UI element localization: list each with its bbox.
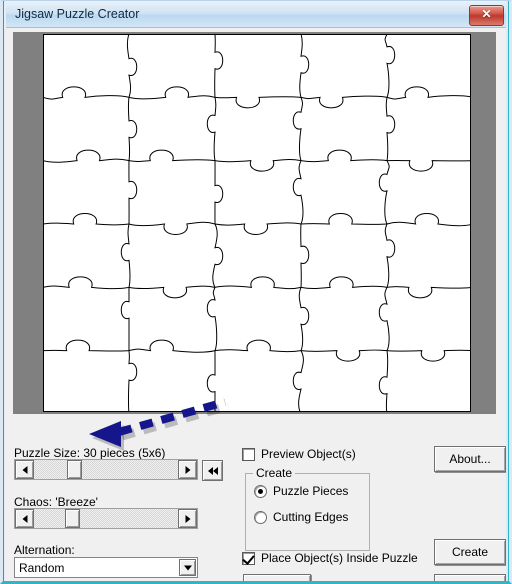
checkbox-box [242,447,255,461]
title-bar: Jigsaw Puzzle Creator ✕ [6,2,509,28]
triangle-left-icon [22,514,27,523]
create-button[interactable]: Create [434,539,506,565]
checkbox-box [242,551,255,565]
radio-box [254,484,267,498]
triangle-right-icon [185,465,190,474]
puzzle-size-slider-thumb[interactable] [67,460,82,479]
triangle-right-icon [185,514,190,523]
place-objects-checkbox[interactable]: Place Object(s) Inside Puzzle [242,551,418,565]
chaos-label: Chaos: 'Breeze' [14,495,98,509]
radio-selected-dot [258,488,263,494]
cancel-button[interactable]: Cancel [434,574,506,581]
about-button[interactable]: About... [434,446,506,472]
preview-objects-checkbox[interactable]: Preview Object(s) [242,447,356,461]
check-icon [242,551,255,565]
puzzle-size-reset-button[interactable] [202,460,223,481]
chaos-slider[interactable] [14,508,198,529]
chaos-slider-right-button[interactable] [178,509,197,528]
create-group-title: Create [253,466,296,480]
preview-objects-label: Preview Object(s) [261,447,356,461]
puzzle-grid-svg [44,35,470,411]
dialog-client-area: Puzzle Size: 30 pieces (5x6) Chaos: 'Bre… [6,28,509,581]
puzzle-size-label: Puzzle Size: 30 pieces (5x6) [14,446,166,460]
puzzle-size-slider-right-button[interactable] [178,460,197,479]
double-triangle-left-icon [207,466,218,475]
radio-cutting-edges-label: Cutting Edges [273,510,349,524]
close-button[interactable]: ✕ [469,5,504,26]
chaos-slider-left-button[interactable] [15,509,34,528]
alternation-dropdown[interactable]: Random [14,557,198,578]
puzzle-size-slider-left-button[interactable] [15,460,34,479]
puzzle-size-slider[interactable] [14,459,198,480]
dialog-window: Jigsaw Puzzle Creator ✕ Puzzle Size: 30 … [0,0,512,584]
radio-box [254,510,267,524]
radio-puzzle-pieces-label: Puzzle Pieces [273,484,349,498]
radio-puzzle-pieces[interactable]: Puzzle Pieces [254,484,348,498]
alternation-selected-value: Random [19,561,65,575]
close-icon: ✕ [481,7,492,21]
randomize-button[interactable]: Randomize [243,574,311,581]
alternation-label: Alternation: [14,543,75,557]
chevron-down-icon[interactable] [179,559,196,576]
chaos-slider-thumb[interactable] [65,509,80,528]
triangle-left-icon [22,465,27,474]
puzzle-canvas[interactable] [43,34,471,412]
window-title: Jigsaw Puzzle Creator [15,7,140,21]
puzzle-preview-panel[interactable] [13,32,496,414]
place-objects-label: Place Object(s) Inside Puzzle [261,551,418,565]
radio-cutting-edges[interactable]: Cutting Edges [254,510,348,524]
